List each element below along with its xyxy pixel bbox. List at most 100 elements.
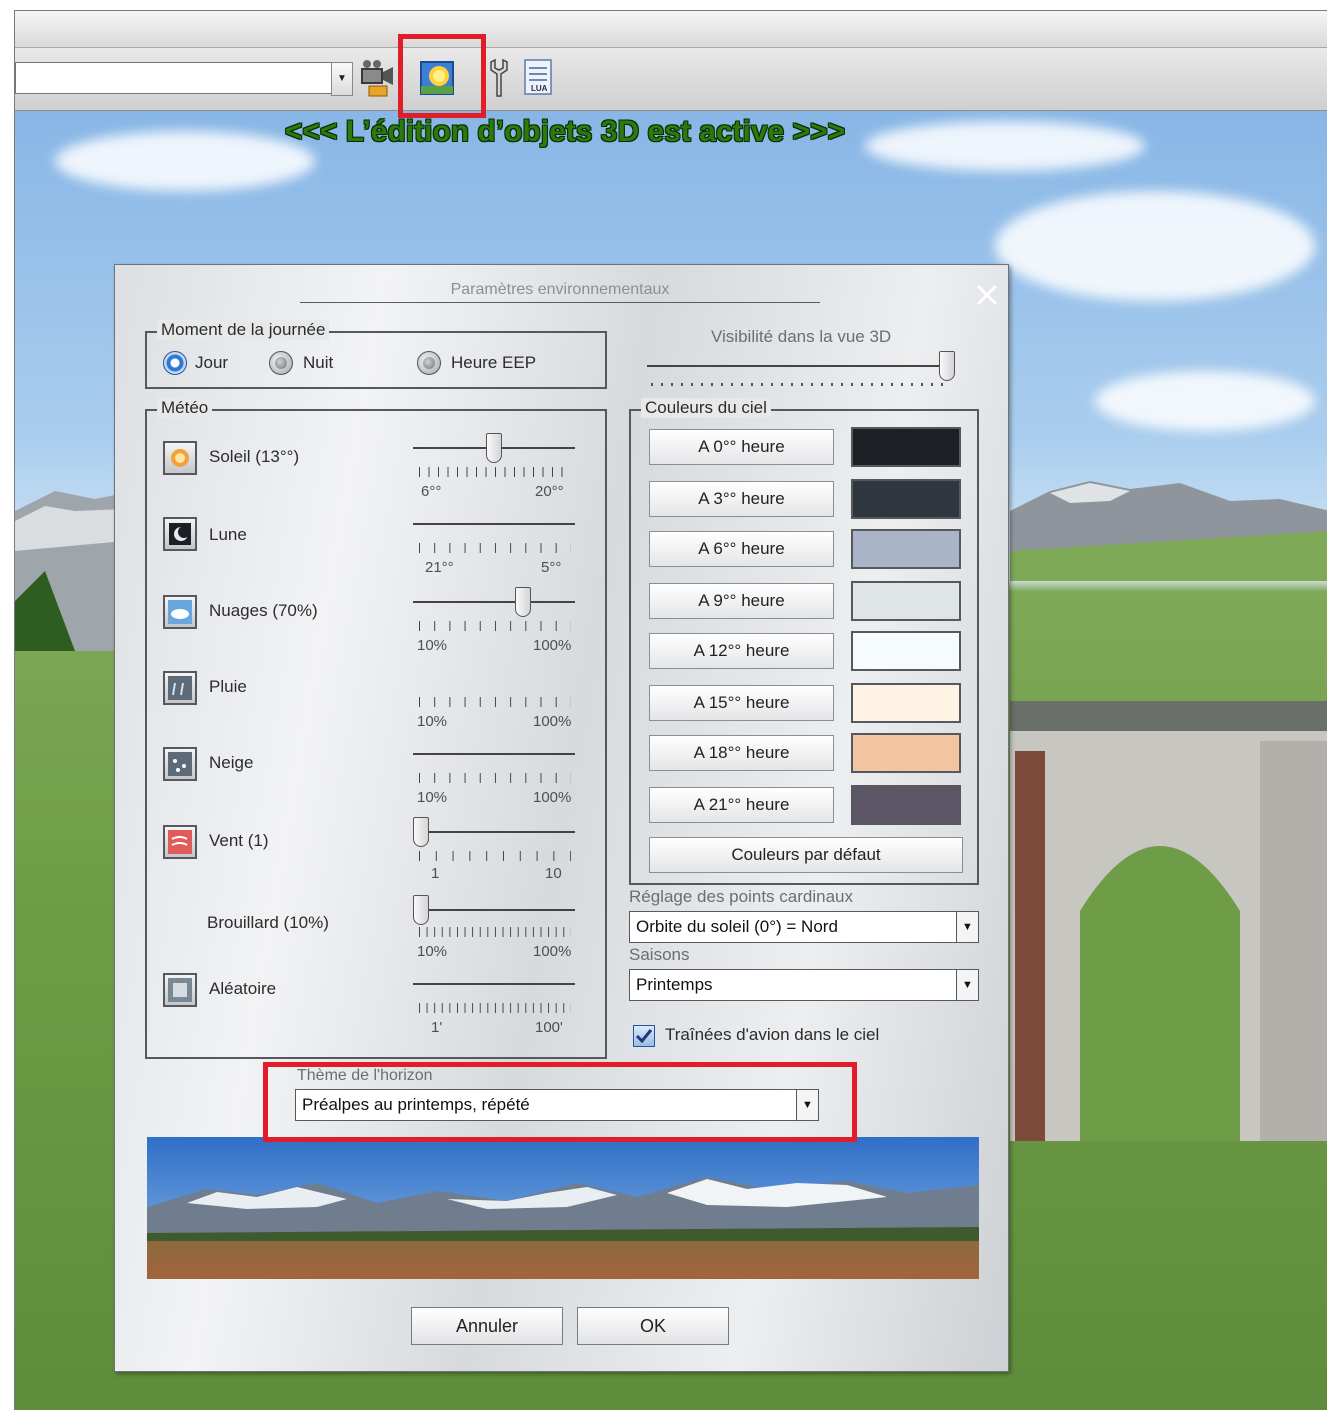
sun-max-label: 20°° <box>535 483 564 500</box>
wind-icon[interactable] <box>163 825 197 859</box>
weather-sun-label: Soleil (13°°) <box>209 447 300 466</box>
random-min-label: 1' <box>431 1019 443 1036</box>
radio-night-label: Nuit <box>303 353 334 372</box>
fog-slider-ticks <box>419 927 571 937</box>
wind-slider[interactable] <box>413 831 575 833</box>
highlight-box-toolbar <box>398 34 486 118</box>
highlight-box-horizon <box>263 1062 857 1142</box>
clouds-slider-thumb[interactable] <box>515 587 532 617</box>
sun-min-label: 6°° <box>421 483 442 500</box>
clouds-slider-ticks <box>419 621 571 631</box>
sky-color-button-21h[interactable]: A 21°° heure <box>649 787 834 823</box>
sky-color-button-9h[interactable]: A 9°° heure <box>649 583 834 619</box>
moon-slider-ticks <box>419 543 571 553</box>
toolbar-combo-input[interactable] <box>15 62 337 94</box>
fog-max-label: 100% <box>533 943 572 960</box>
sky-color-button-18h[interactable]: A 18°° heure <box>649 735 834 771</box>
snow-slider-ticks <box>419 773 571 783</box>
environment-settings-dialog: Paramètres environnementaux Moment de la… <box>114 264 1009 1372</box>
lua-script-icon[interactable]: LUA <box>521 58 557 98</box>
radio-eep-time[interactable] <box>417 351 441 375</box>
wind-max-label: 10 <box>545 865 562 882</box>
sky-color-swatch-3h[interactable] <box>851 479 961 519</box>
weather-clouds-label: Nuages (70%) <box>209 601 318 620</box>
chevron-down-icon[interactable]: ▼ <box>956 970 978 1000</box>
rain-icon[interactable] <box>163 671 197 705</box>
visibility-slider-thumb[interactable] <box>939 351 955 381</box>
moon-slider[interactable] <box>413 523 575 525</box>
sky-color-swatch-0h[interactable] <box>851 427 961 467</box>
seasons-value: Printemps <box>636 975 713 994</box>
clouds-icon[interactable] <box>163 595 197 629</box>
moon-min-label: 21°° <box>425 559 454 576</box>
checkmark-icon <box>635 1029 653 1044</box>
contrails-checkbox[interactable] <box>633 1025 655 1047</box>
moon-icon[interactable] <box>163 517 197 551</box>
sky-color-button-0h[interactable]: A 0°° heure <box>649 429 834 465</box>
weather-rain-label: Pluie <box>209 677 247 696</box>
weather-snow-label: Neige <box>209 753 254 772</box>
snow-min-label: 10% <box>417 789 448 806</box>
wind-slider-thumb[interactable] <box>413 817 429 847</box>
cardinal-select[interactable]: Orbite du soleil (0°) = Nord ▼ <box>629 911 979 943</box>
sky-color-swatch-12h[interactable] <box>851 631 961 671</box>
wind-min-label: 1 <box>431 865 440 882</box>
dialog-title: Paramètres environnementaux <box>300 281 820 303</box>
radio-night[interactable] <box>269 351 293 375</box>
horizon-preview-image <box>147 1137 979 1279</box>
contrails-label: Traînées d'avion dans le ciel <box>665 1025 880 1044</box>
sun-slider-thumb[interactable] <box>486 433 502 463</box>
sky-color-swatch-6h[interactable] <box>851 529 961 569</box>
fog-slider[interactable] <box>413 909 575 911</box>
sky-color-button-6h[interactable]: A 6°° heure <box>649 531 834 567</box>
clouds-max-label: 100% <box>533 637 572 654</box>
rain-max-label: 100% <box>533 713 572 730</box>
ok-button[interactable]: OK <box>577 1307 729 1345</box>
random-slider-ticks <box>419 1003 571 1013</box>
visibility-label: Visibilité dans la vue 3D <box>711 327 892 346</box>
seasons-label: Saisons <box>629 945 690 964</box>
edit-mode-banner: <<< L’édition d’objets 3D est active >>> <box>284 115 846 148</box>
weather-wind-label: Vent (1) <box>209 831 269 850</box>
film-camera-icon[interactable] <box>359 58 395 98</box>
weather-fog-label: Brouillard (10%) <box>207 913 329 932</box>
chevron-down-icon[interactable]: ▼ <box>956 912 978 942</box>
snow-slider[interactable] <box>413 753 575 755</box>
visibility-slider[interactable] <box>647 365 947 367</box>
sky-color-button-12h[interactable]: A 12°° heure <box>649 633 834 669</box>
sun-slider-ticks <box>419 467 571 477</box>
viaduct-image <box>1010 701 1327 1141</box>
sky-color-swatch-15h[interactable] <box>851 683 961 723</box>
cardinal-label: Réglage des points cardinaux <box>629 887 853 906</box>
cancel-button[interactable]: Annuler <box>411 1307 563 1345</box>
radio-day-label: Jour <box>195 353 229 372</box>
sky-colors-legend: Couleurs du ciel <box>641 398 771 418</box>
lua-label: LUA <box>531 84 548 93</box>
weather-legend: Météo <box>157 398 213 418</box>
chevron-down-icon[interactable]: ▼ <box>331 62 353 96</box>
wind-slider-ticks <box>419 851 571 861</box>
radio-day[interactable] <box>163 351 187 375</box>
radio-eep-time-label: Heure EEP <box>451 353 537 372</box>
snow-icon[interactable] <box>163 747 197 781</box>
sun-icon[interactable] <box>163 441 197 475</box>
close-icon[interactable] <box>973 281 1001 309</box>
random-slider[interactable] <box>413 983 575 985</box>
toolbar: ▼ LUA <box>15 48 1327 112</box>
seasons-select[interactable]: Printemps ▼ <box>629 969 979 1001</box>
random-icon[interactable] <box>163 973 197 1007</box>
cardinal-value: Orbite du soleil (0°) = Nord <box>636 917 838 936</box>
sky-color-swatch-21h[interactable] <box>851 785 961 825</box>
sky-color-button-15h[interactable]: A 15°° heure <box>649 685 834 721</box>
sky-color-button-3h[interactable]: A 3°° heure <box>649 481 834 517</box>
fog-min-label: 10% <box>417 943 448 960</box>
default-colors-button[interactable]: Couleurs par défaut <box>649 837 963 873</box>
clouds-slider[interactable] <box>413 601 575 603</box>
wrench-icon[interactable] <box>481 58 517 98</box>
visibility-ticks <box>651 383 947 386</box>
moon-max-label: 5°° <box>541 559 562 576</box>
sky-color-swatch-18h[interactable] <box>851 733 961 773</box>
fog-slider-thumb[interactable] <box>413 895 429 925</box>
sky-color-swatch-9h[interactable] <box>851 581 961 621</box>
weather-moon-label: Lune <box>209 525 247 544</box>
